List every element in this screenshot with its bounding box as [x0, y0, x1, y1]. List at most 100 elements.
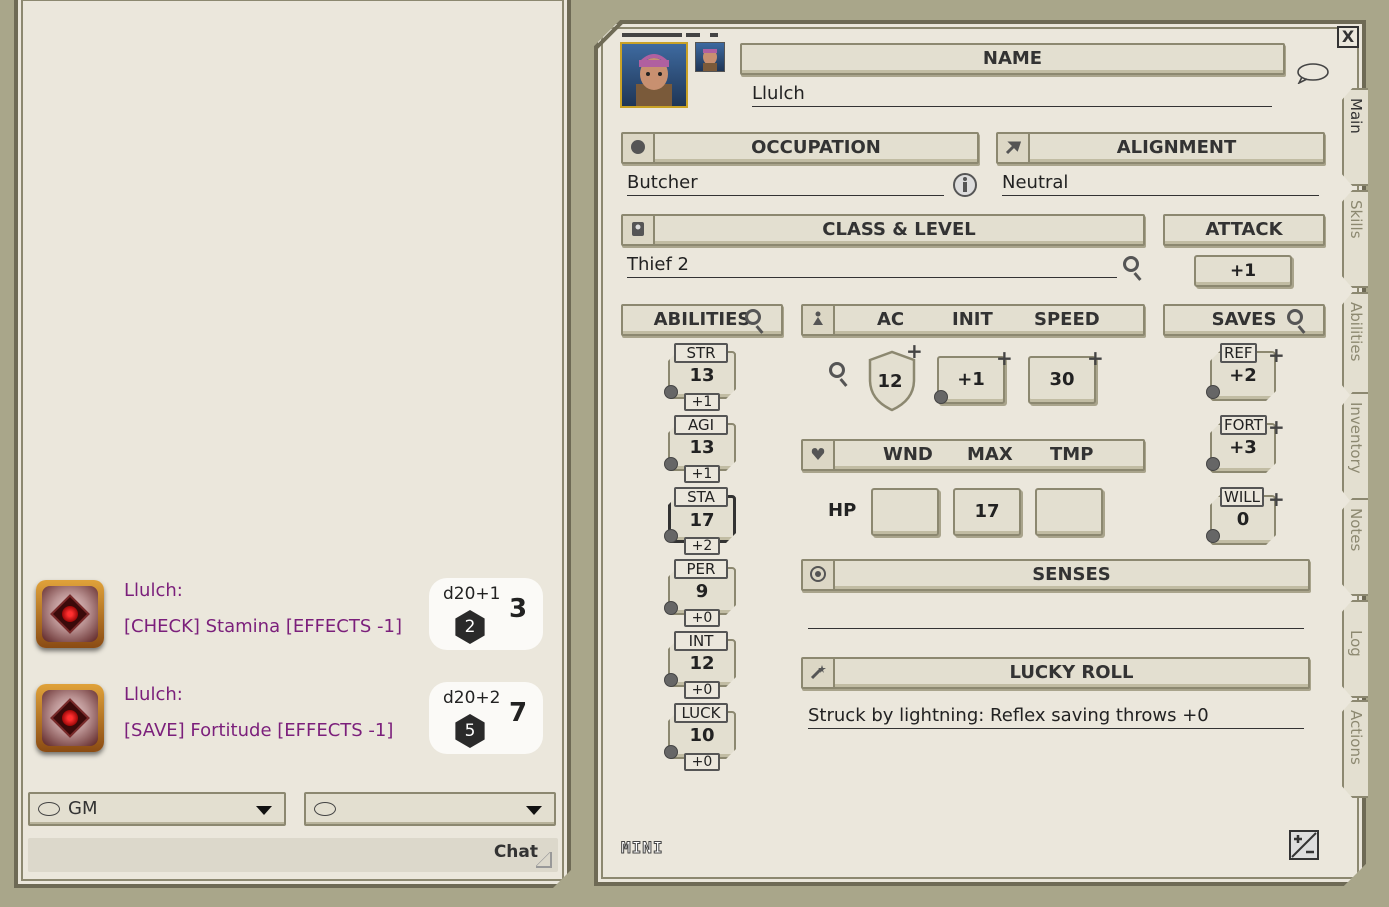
attack-header: ATTACK: [1163, 214, 1325, 246]
dice-result[interactable]: d20+1 2 3: [429, 578, 543, 650]
heart-icon: [803, 441, 835, 469]
character-portrait[interactable]: [620, 42, 688, 108]
tab-main[interactable]: Main: [1342, 88, 1368, 186]
ability-agi[interactable]: AGI 13 +1: [664, 415, 738, 483]
magnify-icon[interactable]: [1287, 309, 1303, 325]
language-select[interactable]: [304, 792, 556, 826]
occupation-field[interactable]: Butcher: [627, 172, 944, 196]
save-will[interactable]: WILL 0 +: [1206, 487, 1285, 553]
senses-icon: [803, 561, 835, 589]
occupation-header: OCCUPATION: [621, 132, 979, 164]
dice-formula: d20+1: [443, 584, 501, 604]
title-dash: [622, 33, 682, 37]
title-dash: [710, 33, 718, 37]
hp-header: WND MAX TMP: [801, 439, 1145, 471]
token-image[interactable]: [695, 42, 725, 72]
speech-bubble-icon: [38, 802, 60, 816]
chat-speaker: Llulch:: [124, 684, 183, 705]
speed-value[interactable]: 30: [1028, 356, 1096, 404]
lucky-roll-header: LUCKY ROLL: [801, 657, 1310, 689]
save-fort[interactable]: FORT +3 +: [1206, 415, 1285, 481]
plus-icon[interactable]: +: [996, 348, 1013, 368]
title-dash: [686, 33, 700, 37]
name-field[interactable]: Llulch: [752, 83, 1272, 107]
plus-icon[interactable]: +: [1268, 489, 1285, 509]
ability-sta[interactable]: STA 17 +2: [664, 487, 738, 555]
class-level-field[interactable]: Thief 2: [627, 254, 1117, 278]
magnify-icon[interactable]: [745, 309, 761, 325]
magnify-icon[interactable]: [1123, 256, 1139, 272]
hp-temp-field[interactable]: [1035, 488, 1103, 536]
close-button[interactable]: X: [1337, 26, 1359, 48]
wand-icon: [803, 659, 835, 687]
chevron-down-icon: [526, 806, 542, 815]
plus-icon[interactable]: +: [1087, 348, 1104, 368]
ability-per[interactable]: PER 9 +0: [664, 559, 738, 627]
chat-entry-label: Chat: [493, 842, 538, 862]
pin-icon: [998, 134, 1030, 162]
class-level-header: CLASS & LEVEL: [621, 214, 1145, 246]
effect-dot-icon: [664, 385, 678, 399]
info-icon[interactable]: [952, 172, 978, 198]
effect-dot-icon: [934, 390, 948, 404]
identity-select[interactable]: GM: [28, 792, 286, 826]
effect-dot-icon: [664, 601, 678, 615]
hp-wounds-field[interactable]: [871, 488, 939, 536]
magnify-icon[interactable]: [829, 362, 845, 378]
tab-inventory[interactable]: Inventory: [1342, 392, 1368, 504]
gm-portrait-icon: [36, 684, 104, 752]
plus-icon[interactable]: +: [1268, 345, 1285, 365]
chat-text: [CHECK] Stamina [EFFECTS -1]: [124, 616, 402, 637]
plus-icon[interactable]: +: [1268, 417, 1285, 437]
d20-die-icon: 2: [455, 610, 485, 644]
effect-dot-icon: [664, 673, 678, 687]
tab-log[interactable]: Log: [1342, 600, 1368, 698]
token-icon: [703, 49, 717, 71]
senses-field[interactable]: [808, 605, 1304, 629]
ability-int[interactable]: INT 12 +0: [664, 631, 738, 699]
attack-bonus[interactable]: +1: [1194, 255, 1292, 287]
dice-formula: d20+2: [443, 688, 501, 708]
senses-header: SENSES: [801, 559, 1310, 591]
tab-abilities[interactable]: Abilities: [1342, 292, 1368, 398]
alignment-header: ALIGNMENT: [996, 132, 1325, 164]
speech-bubble-icon: [314, 802, 336, 816]
effect-dot-icon: [664, 529, 678, 543]
resize-handle-icon[interactable]: [536, 852, 552, 868]
d20-die-icon: 5: [455, 714, 485, 748]
save-ref[interactable]: REF +2 +: [1206, 343, 1285, 409]
defense-header: AC INIT SPEED: [801, 304, 1145, 336]
speech-bubble-icon[interactable]: [1296, 62, 1330, 84]
ability-luck[interactable]: LUCK 10 +0: [664, 703, 738, 771]
chat-message: Llulch: [CHECK] Stamina [EFFECTS -1] d20…: [36, 578, 556, 660]
dice-total: 3: [509, 594, 528, 624]
gm-portrait-icon: [36, 580, 104, 648]
effect-dot-icon: [664, 745, 678, 759]
hp-label: HP: [828, 500, 857, 521]
effect-dot-icon: [1206, 529, 1220, 543]
chat-text: [SAVE] Fortitude [EFFECTS -1]: [124, 720, 394, 741]
alignment-field[interactable]: Neutral: [1002, 172, 1319, 196]
dice-total: 7: [509, 698, 528, 728]
effect-dot-icon: [1206, 385, 1220, 399]
tab-notes[interactable]: Notes: [1342, 498, 1368, 596]
meditate-icon: [803, 306, 835, 334]
chat-message: Llulch: [SAVE] Fortitude [EFFECTS -1] d2…: [36, 682, 556, 764]
mini-button[interactable]: MINI: [621, 838, 664, 858]
chevron-down-icon: [256, 806, 272, 815]
ac-value: 12: [877, 371, 902, 392]
tab-skills[interactable]: Skills: [1342, 190, 1368, 288]
hp-max-field[interactable]: 17: [953, 488, 1021, 536]
portrait-image-icon: [636, 54, 672, 106]
image-edit-icon[interactable]: [1289, 830, 1319, 860]
ability-str[interactable]: STR 13 +1: [664, 343, 738, 411]
effect-dot-icon: [664, 457, 678, 471]
name-header: NAME: [740, 43, 1285, 75]
dice-result[interactable]: d20+2 5 7: [429, 682, 543, 754]
plus-icon[interactable]: +: [906, 341, 923, 361]
lucky-roll-field[interactable]: Struck by lightning: Reflex saving throw…: [808, 705, 1304, 729]
tab-actions[interactable]: Actions: [1342, 700, 1368, 798]
chat-entry-input[interactable]: Chat: [28, 838, 558, 872]
brain-icon: [623, 134, 655, 162]
effect-dot-icon: [1206, 457, 1220, 471]
